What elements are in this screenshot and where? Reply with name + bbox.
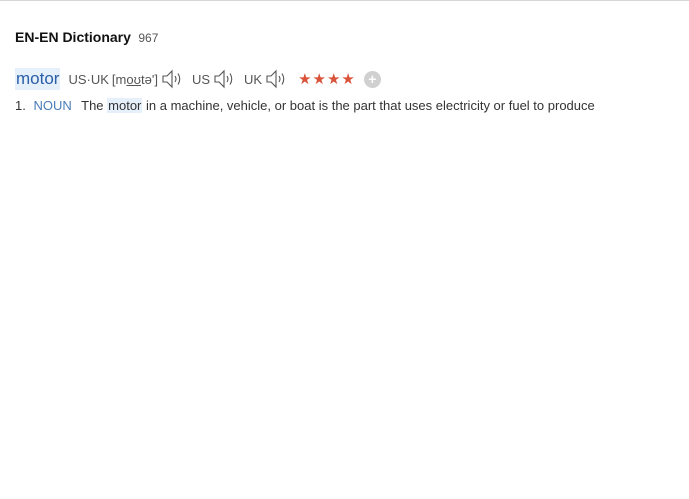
definition-text-before: The (81, 98, 108, 113)
top-divider (0, 0, 689, 1)
sense-number: 1. (15, 98, 26, 113)
dictionary-count: 967 (138, 31, 159, 45)
speaker-icon[interactable] (266, 69, 288, 89)
headword[interactable]: motor (15, 68, 61, 90)
phonetic-underlined: oʊ (126, 71, 141, 87)
speaker-icon[interactable] (214, 69, 236, 89)
definition-row: 1. NOUN The motor in a machine, vehicle,… (15, 98, 595, 113)
dictionary-title: EN-EN Dictionary (15, 29, 131, 45)
phonetic-open: [m (111, 71, 127, 87)
definition-text-after: in a machine, vehicle, or boat is the pa… (142, 98, 595, 113)
uk-label: UK (244, 71, 263, 87)
phonetic: [moʊtə'] (112, 72, 158, 87)
star-rating: ★★★★ (298, 71, 356, 88)
definition-highlight: motor (107, 98, 143, 113)
us-label: US (191, 71, 210, 87)
entry-row: motor US·UK [moʊtə'] US UK ★★★★ + (15, 67, 381, 91)
phonetic-close: tə'] (141, 71, 158, 87)
add-icon[interactable]: + (363, 70, 381, 88)
part-of-speech: NOUN (33, 98, 72, 113)
speaker-icon[interactable] (162, 69, 184, 89)
pron-us-uk-label: US·UK (68, 71, 109, 87)
dictionary-header: EN-EN Dictionary 967 (15, 29, 158, 47)
